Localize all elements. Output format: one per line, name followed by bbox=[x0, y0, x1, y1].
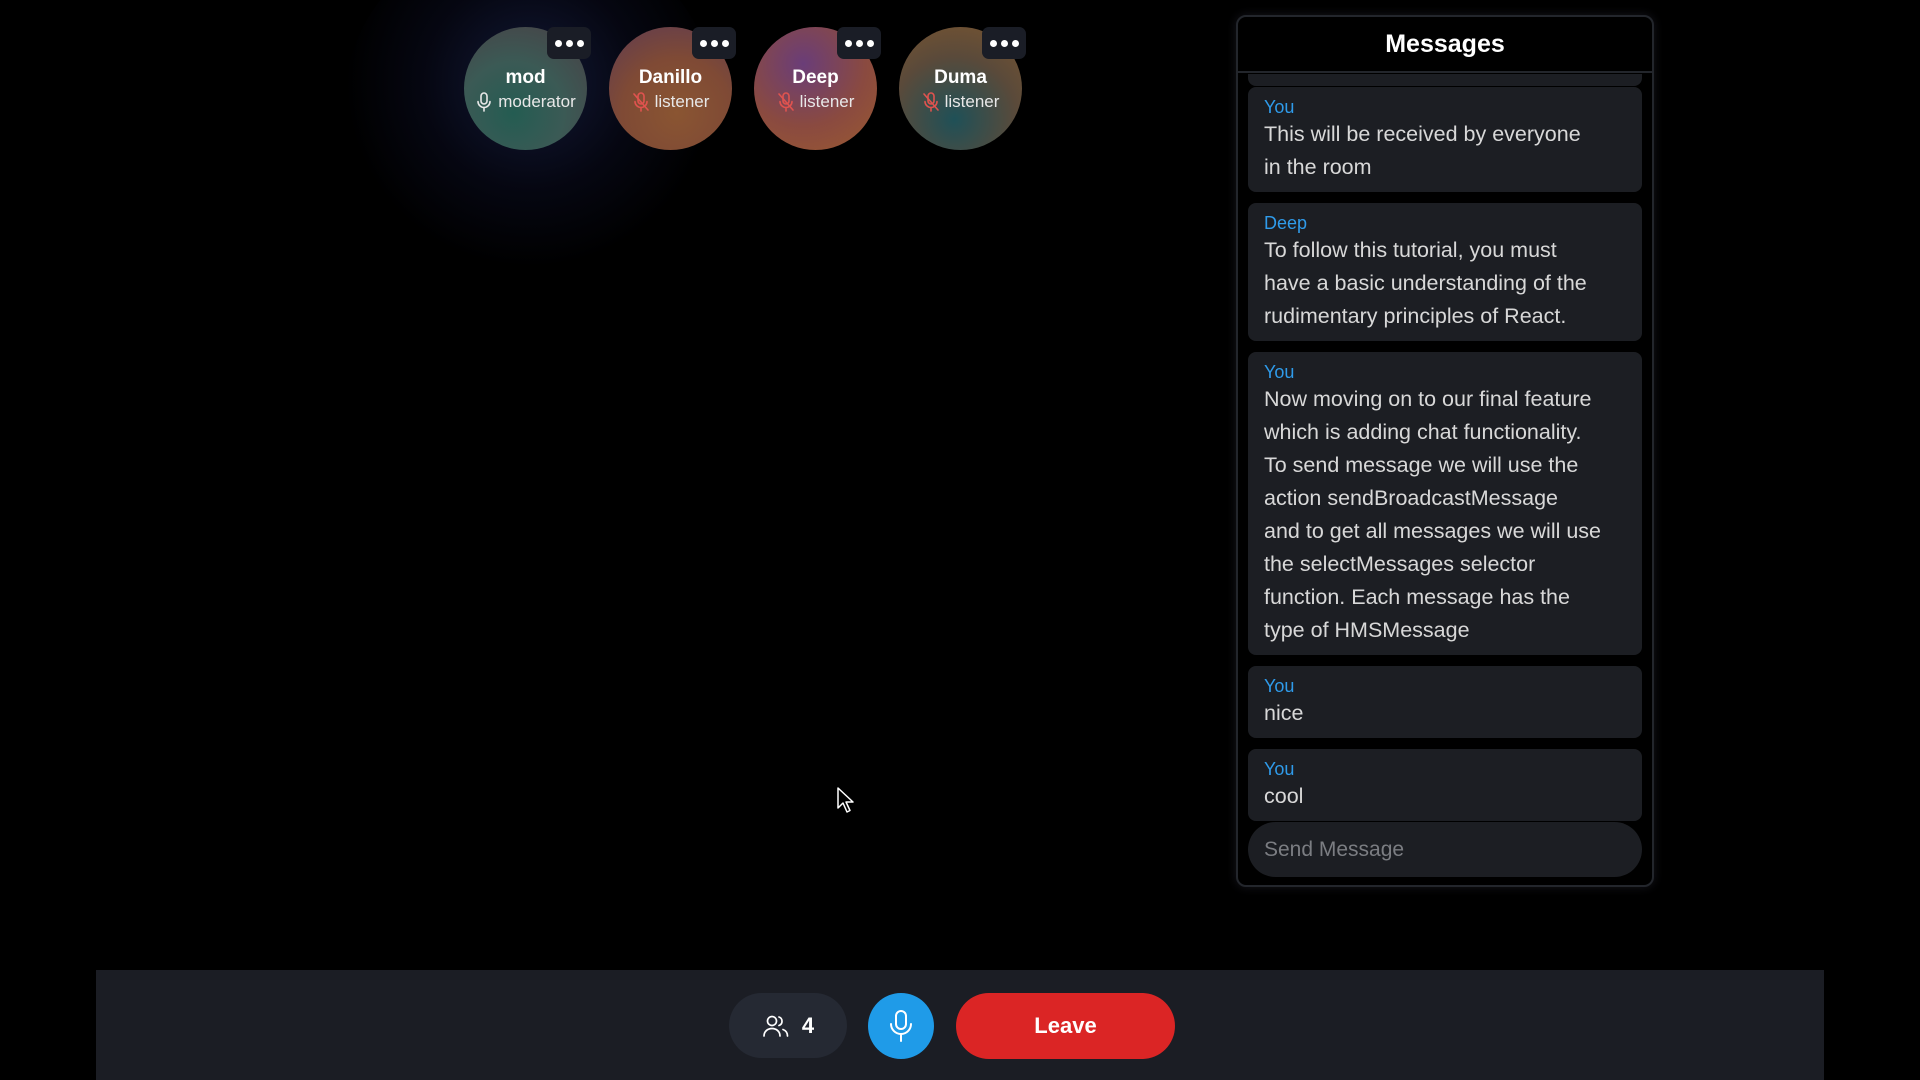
peer-options-button[interactable] bbox=[692, 27, 736, 59]
peer-name: Deep bbox=[792, 67, 839, 88]
message-item: You Now moving on to our final feature whi… bbox=[1248, 352, 1642, 655]
peer-options-button[interactable] bbox=[547, 27, 591, 59]
message-sender: You bbox=[1264, 759, 1295, 779]
microphone-icon bbox=[477, 92, 492, 112]
peer-tile-duma[interactable]: Duma listener bbox=[899, 27, 1026, 150]
message-item: You cool bbox=[1248, 749, 1642, 821]
message-text-line: Now moving on to our final feature bbox=[1264, 387, 1592, 411]
message-text-line: To send message we will use the bbox=[1264, 453, 1579, 477]
message-text-line: in the room bbox=[1264, 155, 1372, 179]
peer-tile-danillo[interactable]: Danillo listener bbox=[609, 27, 736, 150]
message-sender: Deep bbox=[1264, 213, 1308, 233]
message-sender: You bbox=[1264, 362, 1295, 382]
leave-button[interactable]: Leave bbox=[956, 993, 1175, 1059]
message-text-line: type of HMSMessage bbox=[1264, 618, 1470, 642]
message-text-line: cool bbox=[1264, 784, 1304, 808]
microphone-muted-icon bbox=[922, 92, 939, 112]
chat-panel: Messages You This will be received by eve… bbox=[1236, 15, 1654, 887]
users-icon bbox=[763, 1015, 789, 1037]
microphone-muted-icon bbox=[777, 92, 794, 112]
peer-options-button[interactable] bbox=[982, 27, 1026, 59]
microphone-muted-icon bbox=[632, 92, 649, 112]
peer-role: listener bbox=[922, 92, 999, 112]
peer-role: listener bbox=[632, 92, 709, 112]
message-text-line: and to get all messages we will use bbox=[1264, 519, 1602, 543]
participants-button[interactable]: 4 bbox=[729, 993, 847, 1058]
peer-tile-mod[interactable]: mod moderator bbox=[464, 27, 591, 150]
chat-title: Messages bbox=[1238, 17, 1652, 73]
message-item: Deep To follow this tutorial, you must hav… bbox=[1248, 203, 1642, 341]
peer-role: listener bbox=[777, 92, 854, 112]
message-text-line: To follow this tutorial, you must bbox=[1264, 238, 1557, 262]
participant-count: 4 bbox=[801, 1012, 815, 1038]
message-text-line: have a basic understanding of the bbox=[1264, 271, 1587, 295]
peer-grid: mod moderator Danillo listener Deep list… bbox=[464, 27, 1026, 150]
peer-tile-deep[interactable]: Deep listener bbox=[754, 27, 881, 150]
message-text-line: which is adding chat functionality. bbox=[1264, 420, 1582, 444]
message-text-line: nice bbox=[1264, 701, 1304, 725]
message-item: You nice bbox=[1248, 666, 1642, 738]
message-text-line: function. Each message has the bbox=[1264, 585, 1570, 609]
message-item: You This will be received by everyone in t… bbox=[1248, 87, 1642, 192]
message-list[interactable]: You This will be received by everyone in t… bbox=[1248, 87, 1642, 832]
message-text-line: rudimentary principles of React. bbox=[1264, 304, 1567, 328]
microphone-icon bbox=[890, 1010, 912, 1042]
message-sender: You bbox=[1264, 676, 1295, 696]
mouse-cursor-icon bbox=[837, 787, 854, 813]
message-sender: You bbox=[1264, 97, 1295, 117]
peer-options-button[interactable] bbox=[837, 27, 881, 59]
message-text-line: This will be received by everyone bbox=[1264, 122, 1581, 146]
message-partial bbox=[1248, 74, 1642, 86]
peer-role: moderator bbox=[475, 92, 576, 112]
microphone-toggle-button[interactable] bbox=[868, 993, 934, 1059]
peer-name: Duma bbox=[934, 67, 987, 88]
send-message-input[interactable] bbox=[1248, 822, 1642, 877]
peer-name: Danillo bbox=[638, 67, 703, 88]
peer-name: mod bbox=[505, 67, 546, 88]
message-text-line: the selectMessages selector bbox=[1264, 552, 1536, 576]
message-text-line: action sendBroadcastMessage bbox=[1264, 486, 1559, 510]
